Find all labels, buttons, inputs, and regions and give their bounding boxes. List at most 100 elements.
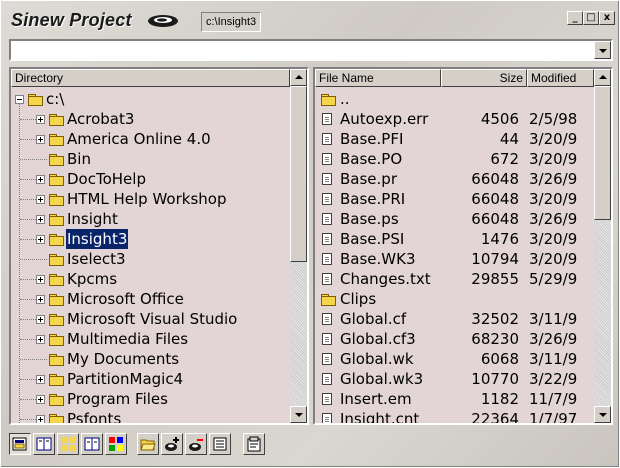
tree-item[interactable]: Insight [11,209,290,229]
file-row[interactable]: Base.PRI 66048 3/20/9 [315,189,594,209]
close-button[interactable]: x [599,11,615,25]
tree-connector [20,219,36,221]
tree-item-label: Bin [67,150,91,168]
file-icon [322,133,332,145]
restore-button[interactable]: □ [583,11,599,25]
tree-connector [20,339,36,341]
tree-item-label: Program Files [67,390,168,408]
file-row[interactable]: Base.ps 66048 3/26/9 [315,209,594,229]
address-dropdown-button[interactable] [594,41,611,59]
expand-icon[interactable] [36,195,45,204]
add-disk-button[interactable] [161,433,183,455]
folder-icon [49,114,64,126]
remove-disk-button[interactable] [185,433,207,455]
file-modified: 5/29/9 [529,270,578,288]
expand-icon[interactable] [36,395,45,404]
file-row[interactable]: Insert.em 1182 11/7/9 [315,389,594,409]
expand-icon[interactable] [36,235,45,244]
file-row[interactable]: Global.wk3 10770 3/22/9 [315,369,594,389]
file-row[interactable]: Base.WK3 10794 3/20/9 [315,249,594,269]
file-size: 29855 [471,270,519,288]
tree-item[interactable]: Kpcms [11,269,290,289]
expand-icon[interactable] [36,415,45,423]
file-row[interactable]: Changes.txt 29855 5/29/9 [315,269,594,289]
tree-item[interactable]: DocToHelp [11,169,290,189]
file-name: Clips [340,290,377,308]
scroll-up-button[interactable] [290,69,307,86]
scroll-up-button[interactable] [594,69,611,86]
scroll-thumb[interactable] [290,86,307,262]
minimize-button[interactable]: _ [567,11,583,25]
file-row[interactable]: Global.cf 32502 3/11/9 [315,309,594,329]
address-input[interactable] [13,42,589,58]
folder-icon [49,254,64,266]
book-view-button[interactable] [81,433,103,455]
file-row[interactable]: Base.PO 672 3/20/9 [315,149,594,169]
properties-button[interactable] [243,433,265,455]
tree-item[interactable]: Iselect3 [11,249,290,269]
directory-header[interactable]: Directory [11,69,290,87]
expand-icon[interactable] [36,375,45,384]
tree-item[interactable]: HTML Help Workshop [11,189,290,209]
tree-root[interactable]: c:\ [11,89,290,109]
file-row[interactable]: Autoexp.err 4506 2/5/98 [315,109,594,129]
expand-icon[interactable] [36,135,45,144]
folder-row[interactable]: .. [315,89,594,109]
column-header-modified[interactable]: Modified [527,69,594,87]
tree-item[interactable]: Multimedia Files [11,329,290,349]
open-project-button[interactable] [9,433,31,455]
tree-item[interactable]: Psfonts [11,409,290,423]
file-row[interactable]: Global.wk 6068 3/11/9 [315,349,594,369]
address-combo [9,39,613,61]
color-palette-button[interactable] [105,433,127,455]
scroll-down-button[interactable] [594,406,611,423]
file-row[interactable]: Base.PFI 44 3/20/9 [315,129,594,149]
column-header-size[interactable]: Size [441,69,527,87]
file-size: 10794 [471,250,519,268]
file-icon [322,373,332,385]
tree-item[interactable]: Microsoft Visual Studio [11,309,290,329]
tree-item[interactable]: Acrobat3 [11,109,290,129]
expand-icon[interactable] [36,175,45,184]
file-row[interactable]: Base.PSI 1476 3/20/9 [315,229,594,249]
directory-scrollbar[interactable] [290,69,307,423]
folder-row[interactable]: Clips [315,289,594,309]
tree-connector [20,139,36,141]
expand-icon[interactable] [36,315,45,324]
tree-item[interactable]: Insight3 [11,229,290,249]
tree-item[interactable]: Program Files [11,389,290,409]
app-title: Sinew Project [11,10,132,30]
file-row[interactable]: Global.cf3 68230 3/26/9 [315,329,594,349]
scroll-down-button[interactable] [290,406,307,423]
file-row[interactable]: Insight.cnt 22364 1/7/97 [315,409,594,423]
grid-view-button[interactable] [57,433,79,455]
tree-item[interactable]: America Online 4.0 [11,129,290,149]
expand-icon[interactable] [36,215,45,224]
tree-item[interactable]: My Documents [11,349,290,369]
two-pane-view-button[interactable] [33,433,55,455]
open-folder-button[interactable] [137,433,159,455]
tree-item[interactable]: Microsoft Office [11,289,290,309]
document-button[interactable] [209,433,231,455]
remove-disk-icon [189,439,203,451]
file-list-scrollbar[interactable] [594,69,611,423]
tree-item-label: Insight [67,210,118,228]
current-path-label: c:\Insight3 [201,12,262,32]
file-icon [322,113,332,125]
expand-icon[interactable] [36,275,45,284]
expand-icon[interactable] [36,295,45,304]
file-size: 4506 [480,110,519,128]
file-icon [322,213,332,225]
expand-icon[interactable] [36,115,45,124]
file-row[interactable]: Base.pr 66048 3/26/9 [315,169,594,189]
title-bar[interactable]: Sinew Project c:\Insight3 _ □ x [7,5,615,33]
column-header-name[interactable]: File Name [315,69,441,87]
folder-icon [49,374,64,386]
tree-item[interactable]: PartitionMagic4 [11,369,290,389]
scroll-thumb[interactable] [594,86,611,220]
file-modified: 3/26/9 [529,330,578,348]
tree-item[interactable]: Bin [11,149,290,169]
directory-tree: c:\ Acrobat3 America Online 4.0 Bin DocToHe… [11,89,290,423]
parent-folder-icon [321,94,336,106]
expand-icon[interactable] [36,335,45,344]
